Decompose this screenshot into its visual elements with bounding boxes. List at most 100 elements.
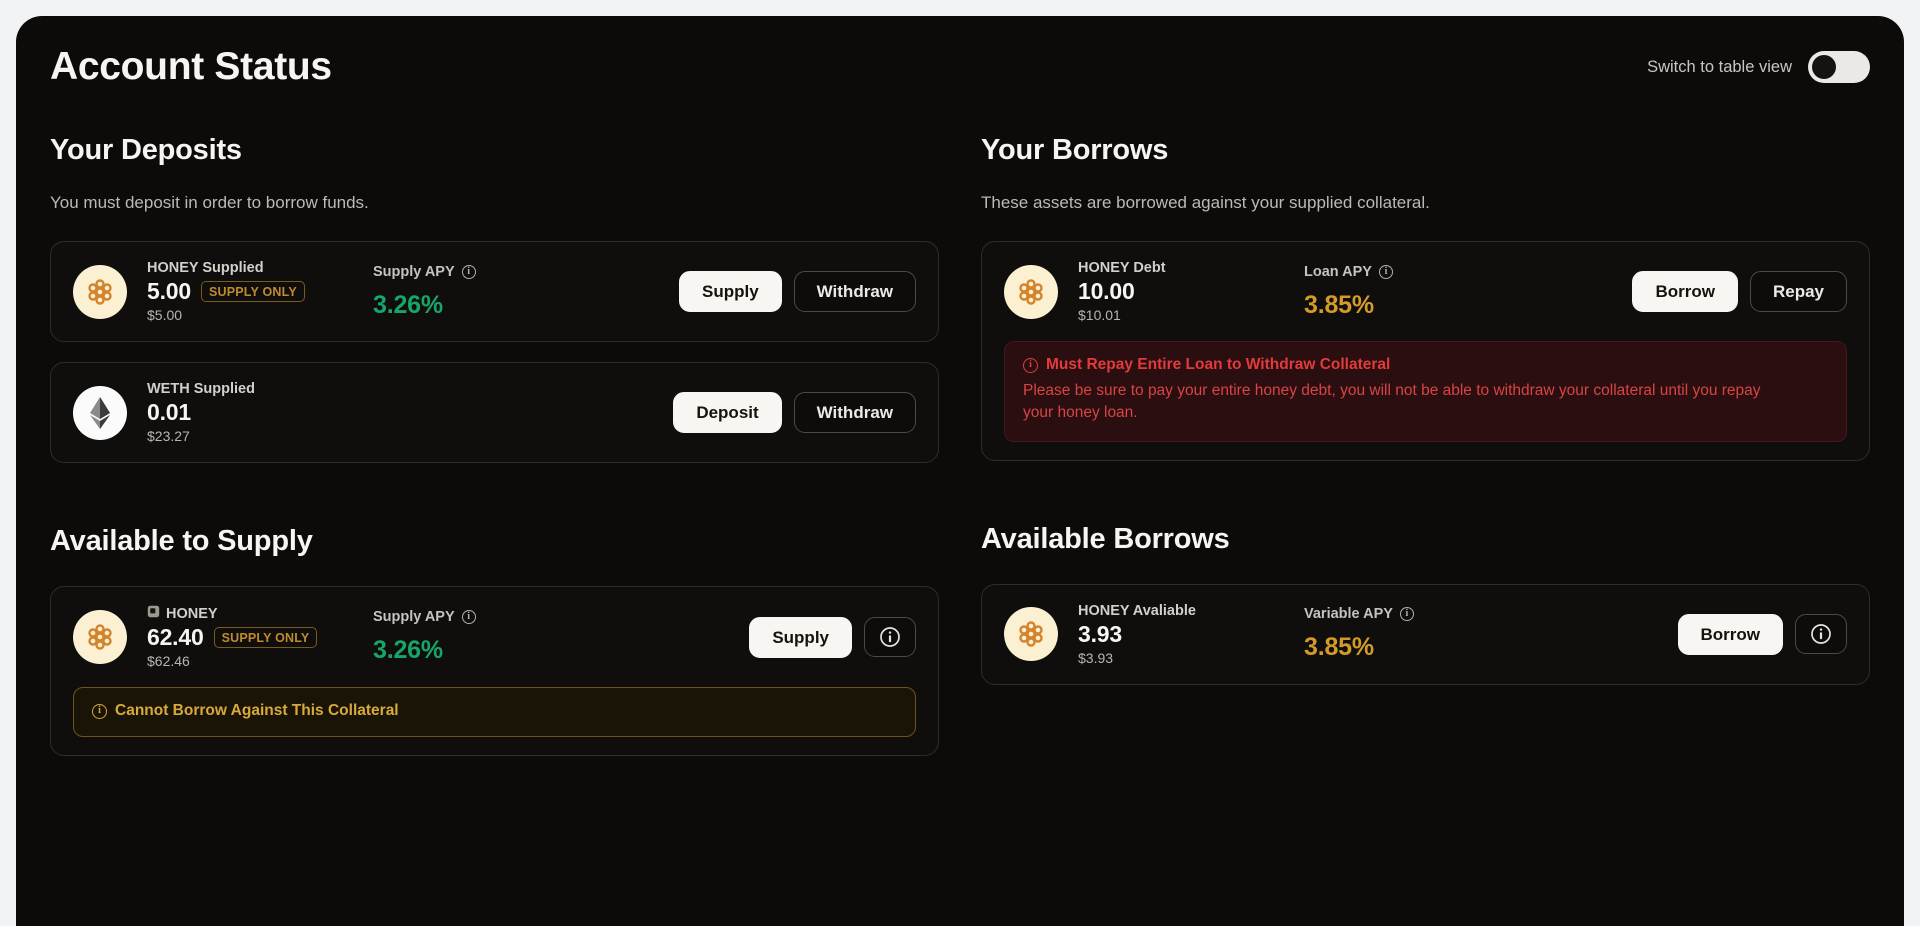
toggle-knob-icon	[1812, 55, 1836, 79]
row-actions: Borrow Repay	[1632, 271, 1847, 312]
apy-label-text: Supply APY	[373, 609, 455, 625]
alert-title-text: Must Repay Entire Loan to Withdraw Colla…	[1046, 356, 1391, 373]
deposit-button[interactable]: Deposit	[673, 392, 782, 433]
info-button[interactable]	[1795, 614, 1847, 655]
panel-header: Account Status Switch to table view	[16, 16, 1904, 94]
asset-label-text: HONEY Supplied	[147, 260, 264, 276]
alert-title-text: Cannot Borrow Against This Collateral	[115, 702, 399, 719]
apy-value: 3.26%	[373, 290, 443, 319]
info-icon[interactable]: i	[1378, 264, 1393, 279]
available-borrow-row-honey: HONEY Avaliable 3.93 $3.93 Variable APY	[981, 583, 1870, 685]
withdraw-button[interactable]: Withdraw	[793, 271, 916, 312]
apy-label-text: Loan APY	[1304, 263, 1372, 280]
borrow-row-honey: HONEY Debt 10.00 $10.01 Loan APY i 3.85%…	[981, 241, 1870, 461]
account-status-panel: Account Status Switch to table view Your…	[16, 16, 1904, 926]
asset-label: HONEY	[147, 605, 317, 622]
section-title-available-borrows: Available Borrows	[981, 522, 1230, 555]
apy-label: Supply APY i	[373, 609, 583, 625]
alert-body: Please be sure to pay your entire honey …	[1023, 382, 1761, 422]
honey-coin-icon	[73, 264, 127, 319]
asset-amount: 62.40	[147, 624, 204, 650]
apy-label-text: Variable APY	[1304, 606, 1393, 623]
honey-coin-icon	[73, 610, 127, 664]
supply-only-badge: SUPPLY ONLY	[200, 281, 305, 302]
asset-amount: 10.00	[1078, 278, 1135, 304]
row-actions: Supply Withdraw	[678, 271, 916, 312]
asset-block: HONEY Supplied 5.00 SUPPLY ONLY $5.00	[73, 260, 373, 323]
asset-label: HONEY Supplied	[147, 260, 305, 276]
apy-value: 3.85%	[1304, 633, 1374, 662]
asset-usd-value: $10.01	[1078, 307, 1121, 323]
alert-title: i Cannot Borrow Against This Collateral	[92, 702, 897, 720]
asset-usd-value: $62.46	[147, 653, 190, 669]
apy-block: Supply APY i 3.26%	[373, 264, 583, 320]
honey-coin-icon	[1004, 607, 1058, 662]
section-title-borrows: Your Borrows	[981, 134, 1169, 166]
info-icon[interactable]: i	[461, 264, 476, 279]
section-title-available-supply: Available to Supply	[50, 525, 313, 557]
withdraw-button[interactable]: Withdraw	[793, 392, 916, 433]
asset-label: WETH Supplied	[147, 381, 255, 397]
borrow-button[interactable]: Borrow	[1632, 271, 1738, 312]
cannot-borrow-alert: i Cannot Borrow Against This Collateral	[73, 687, 916, 737]
section-your-borrows: Your Borrows These assets are borrowed a…	[981, 134, 1870, 461]
asset-label: HONEY Debt	[1078, 260, 1166, 276]
asset-block: WETH Supplied 0.01 $23.27	[73, 381, 373, 444]
apy-block: Supply APY i 3.26%	[373, 609, 583, 665]
honey-coin-icon	[1004, 264, 1058, 319]
row-actions: Borrow	[1677, 613, 1847, 655]
row-actions: Supply	[749, 616, 916, 658]
asset-block: HONEY Avaliable 3.93 $3.93	[1004, 603, 1304, 666]
alert-info-icon: i	[1023, 357, 1038, 373]
info-button[interactable]	[864, 617, 916, 657]
section-available-borrows: Available Borrows HONEY Avaliable 3.93 $…	[981, 523, 1870, 685]
alert-title: i Must Repay Entire Loan to Withdraw Col…	[1023, 356, 1828, 374]
section-desc-borrows: These assets are borrowed against your s…	[981, 193, 1430, 212]
row-actions: Deposit Withdraw	[673, 392, 916, 433]
asset-label: HONEY Avaliable	[1078, 603, 1196, 619]
page-title: Account Status	[50, 45, 332, 88]
repay-button[interactable]: Repay	[1749, 271, 1847, 312]
asset-label-text: HONEY	[166, 605, 218, 622]
section-your-deposits: Your Deposits You must deposit in order …	[50, 134, 939, 463]
left-column: Your Deposits You must deposit in order …	[50, 134, 939, 756]
asset-label-text: WETH Supplied	[147, 381, 255, 397]
asset-label-text: HONEY Debt	[1078, 260, 1166, 276]
asset-usd-value: $23.27	[147, 428, 190, 444]
right-column: Your Borrows These assets are borrowed a…	[981, 134, 1870, 756]
asset-amount: 0.01	[147, 399, 191, 425]
weth-coin-icon	[73, 385, 127, 440]
asset-amount: 3.93	[1078, 620, 1122, 647]
asset-usd-value: $5.00	[147, 307, 183, 323]
asset-usd-value: $3.93	[1078, 649, 1114, 666]
asset-block: HONEY Debt 10.00 $10.01	[1004, 260, 1304, 323]
apy-value: 3.85%	[1304, 290, 1374, 319]
alert-info-icon: i	[92, 703, 107, 719]
apy-value: 3.26%	[373, 636, 443, 664]
apy-label: Loan APY i	[1304, 264, 1514, 280]
info-icon[interactable]: i	[1399, 607, 1414, 622]
section-desc-deposits: You must deposit in order to borrow fund…	[50, 193, 369, 212]
apy-label: Supply APY i	[373, 264, 583, 280]
deposit-row-honey: HONEY Supplied 5.00 SUPPLY ONLY $5.00 Su…	[50, 241, 939, 342]
asset-amount: 5.00	[147, 278, 191, 304]
apy-block: Variable APY i 3.85%	[1304, 606, 1514, 662]
copy-address-icon[interactable]	[147, 605, 160, 622]
section-available-to-supply: Available to Supply HONEY 62.40 SUPPLY O…	[50, 525, 939, 756]
apy-label: Variable APY i	[1304, 606, 1514, 622]
info-icon[interactable]: i	[461, 610, 476, 624]
supply-button[interactable]: Supply	[749, 616, 852, 658]
must-repay-alert: i Must Repay Entire Loan to Withdraw Col…	[1004, 341, 1847, 442]
content-grid: Your Deposits You must deposit in order …	[16, 134, 1904, 756]
asset-block: HONEY 62.40 SUPPLY ONLY $62.46	[73, 605, 373, 669]
supply-only-badge: SUPPLY ONLY	[213, 627, 318, 648]
asset-label-text: HONEY Avaliable	[1078, 602, 1196, 619]
table-view-toggle-group: Switch to table view	[1647, 51, 1870, 83]
section-title-deposits: Your Deposits	[50, 134, 242, 166]
apy-label-text: Supply APY	[373, 263, 455, 280]
borrow-button[interactable]: Borrow	[1677, 613, 1783, 655]
table-view-toggle[interactable]	[1808, 51, 1870, 83]
supply-button[interactable]: Supply	[678, 271, 782, 312]
deposit-row-weth: WETH Supplied 0.01 $23.27 Deposit Withdr…	[50, 362, 939, 463]
available-supply-row-honey: HONEY 62.40 SUPPLY ONLY $62.46 Supply AP…	[50, 586, 939, 756]
